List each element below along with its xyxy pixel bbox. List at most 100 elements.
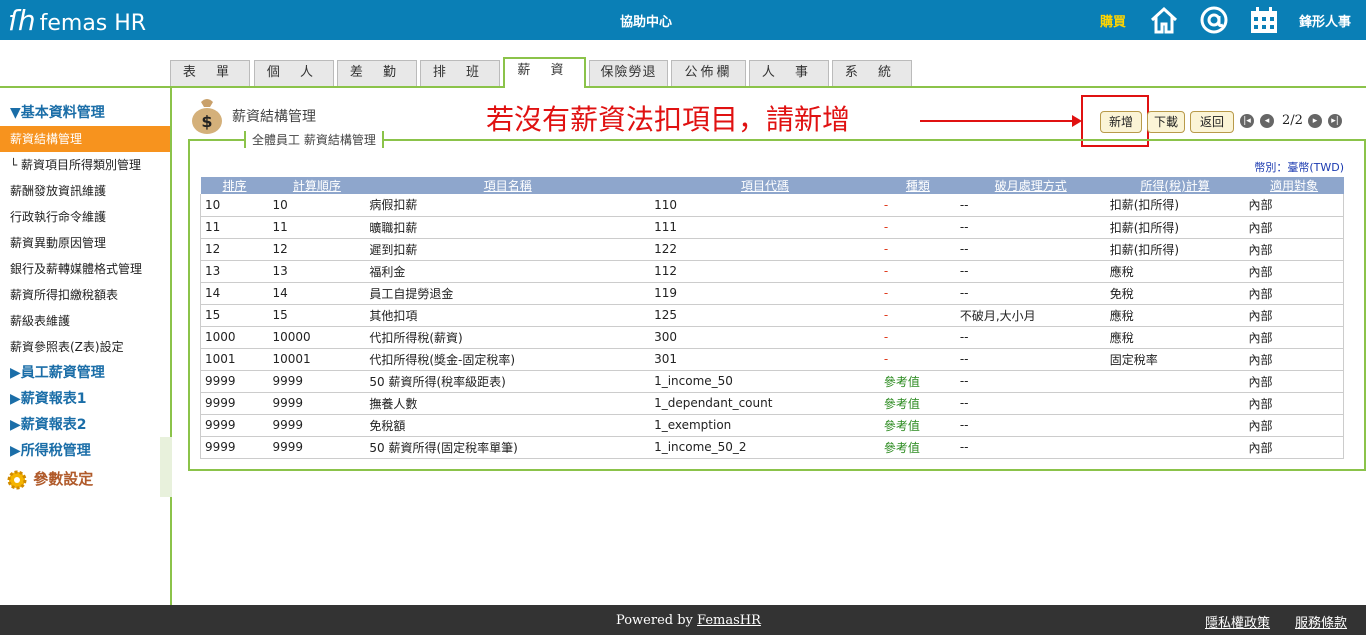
cell-item-name: 遲到扣薪	[365, 238, 651, 261]
sidebar-section-report1[interactable]: ▶薪資報表1	[0, 386, 170, 412]
tab-personal[interactable]: 個 人	[254, 60, 334, 86]
sidebar-section-report2[interactable]: ▶薪資報表2	[0, 412, 170, 438]
tab-system[interactable]: 系 統	[832, 60, 912, 86]
femashr-link[interactable]: FemasHR	[697, 613, 761, 628]
table-row[interactable]: 9999 9999 免稅額 1_exemption 參考值 -- 內部	[200, 414, 1344, 437]
tab-shift[interactable]: 排 班	[420, 60, 500, 86]
sidebar-collapse-handle[interactable]	[160, 437, 172, 497]
cell-type: -	[879, 238, 956, 261]
tab-hr[interactable]: 人 事	[749, 60, 829, 86]
table-row[interactable]: 14 14 員工自提勞退金 119- -- 免稅 內部	[200, 282, 1344, 305]
col-header-item-name[interactable]: 項目名稱	[365, 177, 651, 194]
download-button[interactable]: 下載	[1147, 111, 1185, 133]
cell-calc-order: 9999	[268, 370, 366, 393]
sidebar-item-exec-order[interactable]: 行政執行命令維護	[0, 204, 170, 230]
cell-type: -	[879, 194, 956, 217]
sidebar-item-grade-table[interactable]: 薪級表維護	[0, 308, 170, 334]
sidebar-section-income-tax[interactable]: ▶所得稅管理	[0, 438, 170, 464]
page-indicator: 2/2	[1282, 113, 1303, 128]
table-row[interactable]: 12 12 遲到扣薪 122- -- 扣薪(扣所得) 內部	[200, 238, 1344, 261]
table-row[interactable]: 15 15 其他扣項 125- 不破月,大小月 應稅 內部	[200, 304, 1344, 327]
cell-partial-month: --	[955, 348, 1106, 371]
at-icon[interactable]	[1198, 4, 1230, 36]
col-header-partial-month[interactable]: 破月處理方式	[955, 177, 1106, 194]
table-row[interactable]: 1001 10001 代扣所得稅(獎金-固定稅率) 301- -- 固定稅率 內部	[200, 348, 1344, 371]
cell-partial-month: 不破月,大小月	[955, 304, 1106, 327]
cell-applies-to: 內部	[1244, 414, 1344, 437]
table-row[interactable]: 9999 9999 撫養人數 1_dependant_count 參考值 -- 內部	[200, 392, 1344, 415]
cell-item-name: 50 薪資所得(稅率級距表)	[365, 370, 651, 393]
col-header-calc-order[interactable]: 計算順序	[268, 177, 366, 194]
cell-item-code: 111	[650, 216, 880, 239]
table-row[interactable]: 13 13 福利金 112- -- 應稅 內部	[200, 260, 1344, 283]
powered-by: Powered by FemasHR	[616, 613, 761, 628]
cell-applies-to: 內部	[1244, 216, 1344, 239]
cell-applies-to: 內部	[1244, 260, 1344, 283]
cell-type: 參考值	[879, 414, 956, 437]
col-header-applies-to[interactable]: 適用對象	[1244, 177, 1344, 194]
sidebar-item-income-category[interactable]: └ 薪資項目所得類別管理	[0, 152, 170, 178]
cell-calc-order: 15	[268, 304, 366, 327]
cell-partial-month: --	[955, 238, 1106, 261]
sidebar-item-bank-format[interactable]: 銀行及薪轉媒體格式管理	[0, 256, 170, 282]
calendar-icon[interactable]	[1248, 4, 1280, 36]
annotation-arrow	[920, 115, 1082, 127]
cell-type: -	[879, 348, 956, 371]
user-name[interactable]: 鋒形人事	[1299, 11, 1351, 30]
femas-logo[interactable]: ſh femas HR	[8, 4, 146, 37]
tab-insurance[interactable]: 保險勞退	[589, 60, 668, 86]
cell-item-name: 其他扣項	[365, 304, 651, 327]
powered-prefix: Powered by	[616, 613, 698, 628]
cell-item-code: 122	[650, 238, 880, 261]
sidebar-section-employee-salary[interactable]: ▶員工薪資管理	[0, 360, 170, 386]
table-row[interactable]: 1000 10000 代扣所得稅(薪資) 300- -- 應稅 內部	[200, 326, 1344, 349]
cell-sort: 1001	[200, 348, 269, 371]
cell-calc-order: 9999	[268, 414, 366, 437]
cell-item-name: 免稅額	[365, 414, 651, 437]
last-page-icon[interactable]: ▸|	[1328, 114, 1342, 128]
col-header-type[interactable]: 種類	[879, 177, 956, 194]
tab-salary[interactable]: 薪 資	[503, 57, 586, 88]
cell-tax-calc: 扣薪(扣所得)	[1105, 216, 1245, 239]
cell-tax-calc: 固定稅率	[1105, 348, 1245, 371]
home-icon[interactable]	[1148, 4, 1180, 36]
cell-applies-to: 內部	[1244, 348, 1344, 371]
prev-page-icon[interactable]: ◂	[1260, 114, 1274, 128]
cell-tax-calc: 應稅	[1105, 260, 1245, 283]
table-row[interactable]: 10 10 病假扣薪 110- -- 扣薪(扣所得) 內部	[200, 194, 1344, 217]
tab-forms[interactable]: 表 單	[170, 60, 250, 86]
sidebar-section-basic[interactable]: ▼基本資料管理	[0, 100, 170, 126]
tab-bulletin[interactable]: 公佈欄	[671, 60, 746, 86]
tab-attendance[interactable]: 差 勤	[337, 60, 417, 86]
cell-item-name: 病假扣薪	[365, 194, 651, 217]
sidebar-item-payment-info[interactable]: 薪酬發放資訊維護	[0, 178, 170, 204]
terms-link[interactable]: 服務條款	[1295, 612, 1347, 631]
cell-item-name: 曠職扣薪	[365, 216, 651, 239]
table-row[interactable]: 11 11 曠職扣薪 111- -- 扣薪(扣所得) 內部	[200, 216, 1344, 239]
col-header-sort[interactable]: 排序	[200, 177, 269, 194]
cell-partial-month: --	[955, 370, 1106, 393]
buy-link[interactable]: 購買	[1100, 11, 1126, 30]
table-row[interactable]: 9999 9999 50 薪資所得(稅率級距表) 1_income_50 參考值 -- 內部	[200, 370, 1344, 393]
sidebar-item-change-reason[interactable]: 薪資異動原因管理	[0, 230, 170, 256]
currency-label: 幣別：臺幣(TWD)	[1254, 161, 1344, 174]
table-row[interactable]: 9999 9999 50 薪資所得(固定稅率單筆) 1_income_50_2 參考值 -…	[200, 436, 1344, 459]
privacy-policy-link[interactable]: 隱私權政策	[1205, 612, 1270, 631]
sidebar-item-z-table[interactable]: 薪資參照表(Z表)設定	[0, 334, 170, 360]
sidebar-param-settings[interactable]: 參數設定	[0, 464, 170, 494]
cell-tax-calc	[1105, 370, 1245, 393]
back-button[interactable]: 返回	[1190, 111, 1234, 133]
help-center-link[interactable]: 協助中心	[620, 11, 672, 30]
sidebar-item-salary-structure[interactable]: 薪資結構管理	[0, 126, 170, 152]
cell-sort: 10	[200, 194, 269, 217]
cell-sort: 11	[200, 216, 269, 239]
col-header-tax-calc[interactable]: 所得(稅)計算	[1105, 177, 1245, 194]
cell-sort: 14	[200, 282, 269, 305]
col-header-item-code[interactable]: 項目代碼	[650, 177, 880, 194]
next-page-icon[interactable]: ▸	[1308, 114, 1322, 128]
sidebar-item-tax-table[interactable]: 薪資所得扣繳稅額表	[0, 282, 170, 308]
add-button[interactable]: 新增	[1100, 111, 1142, 133]
cell-calc-order: 12	[268, 238, 366, 261]
cell-item-name: 代扣所得稅(獎金-固定稅率)	[365, 348, 651, 371]
first-page-icon[interactable]: |◂	[1240, 114, 1254, 128]
